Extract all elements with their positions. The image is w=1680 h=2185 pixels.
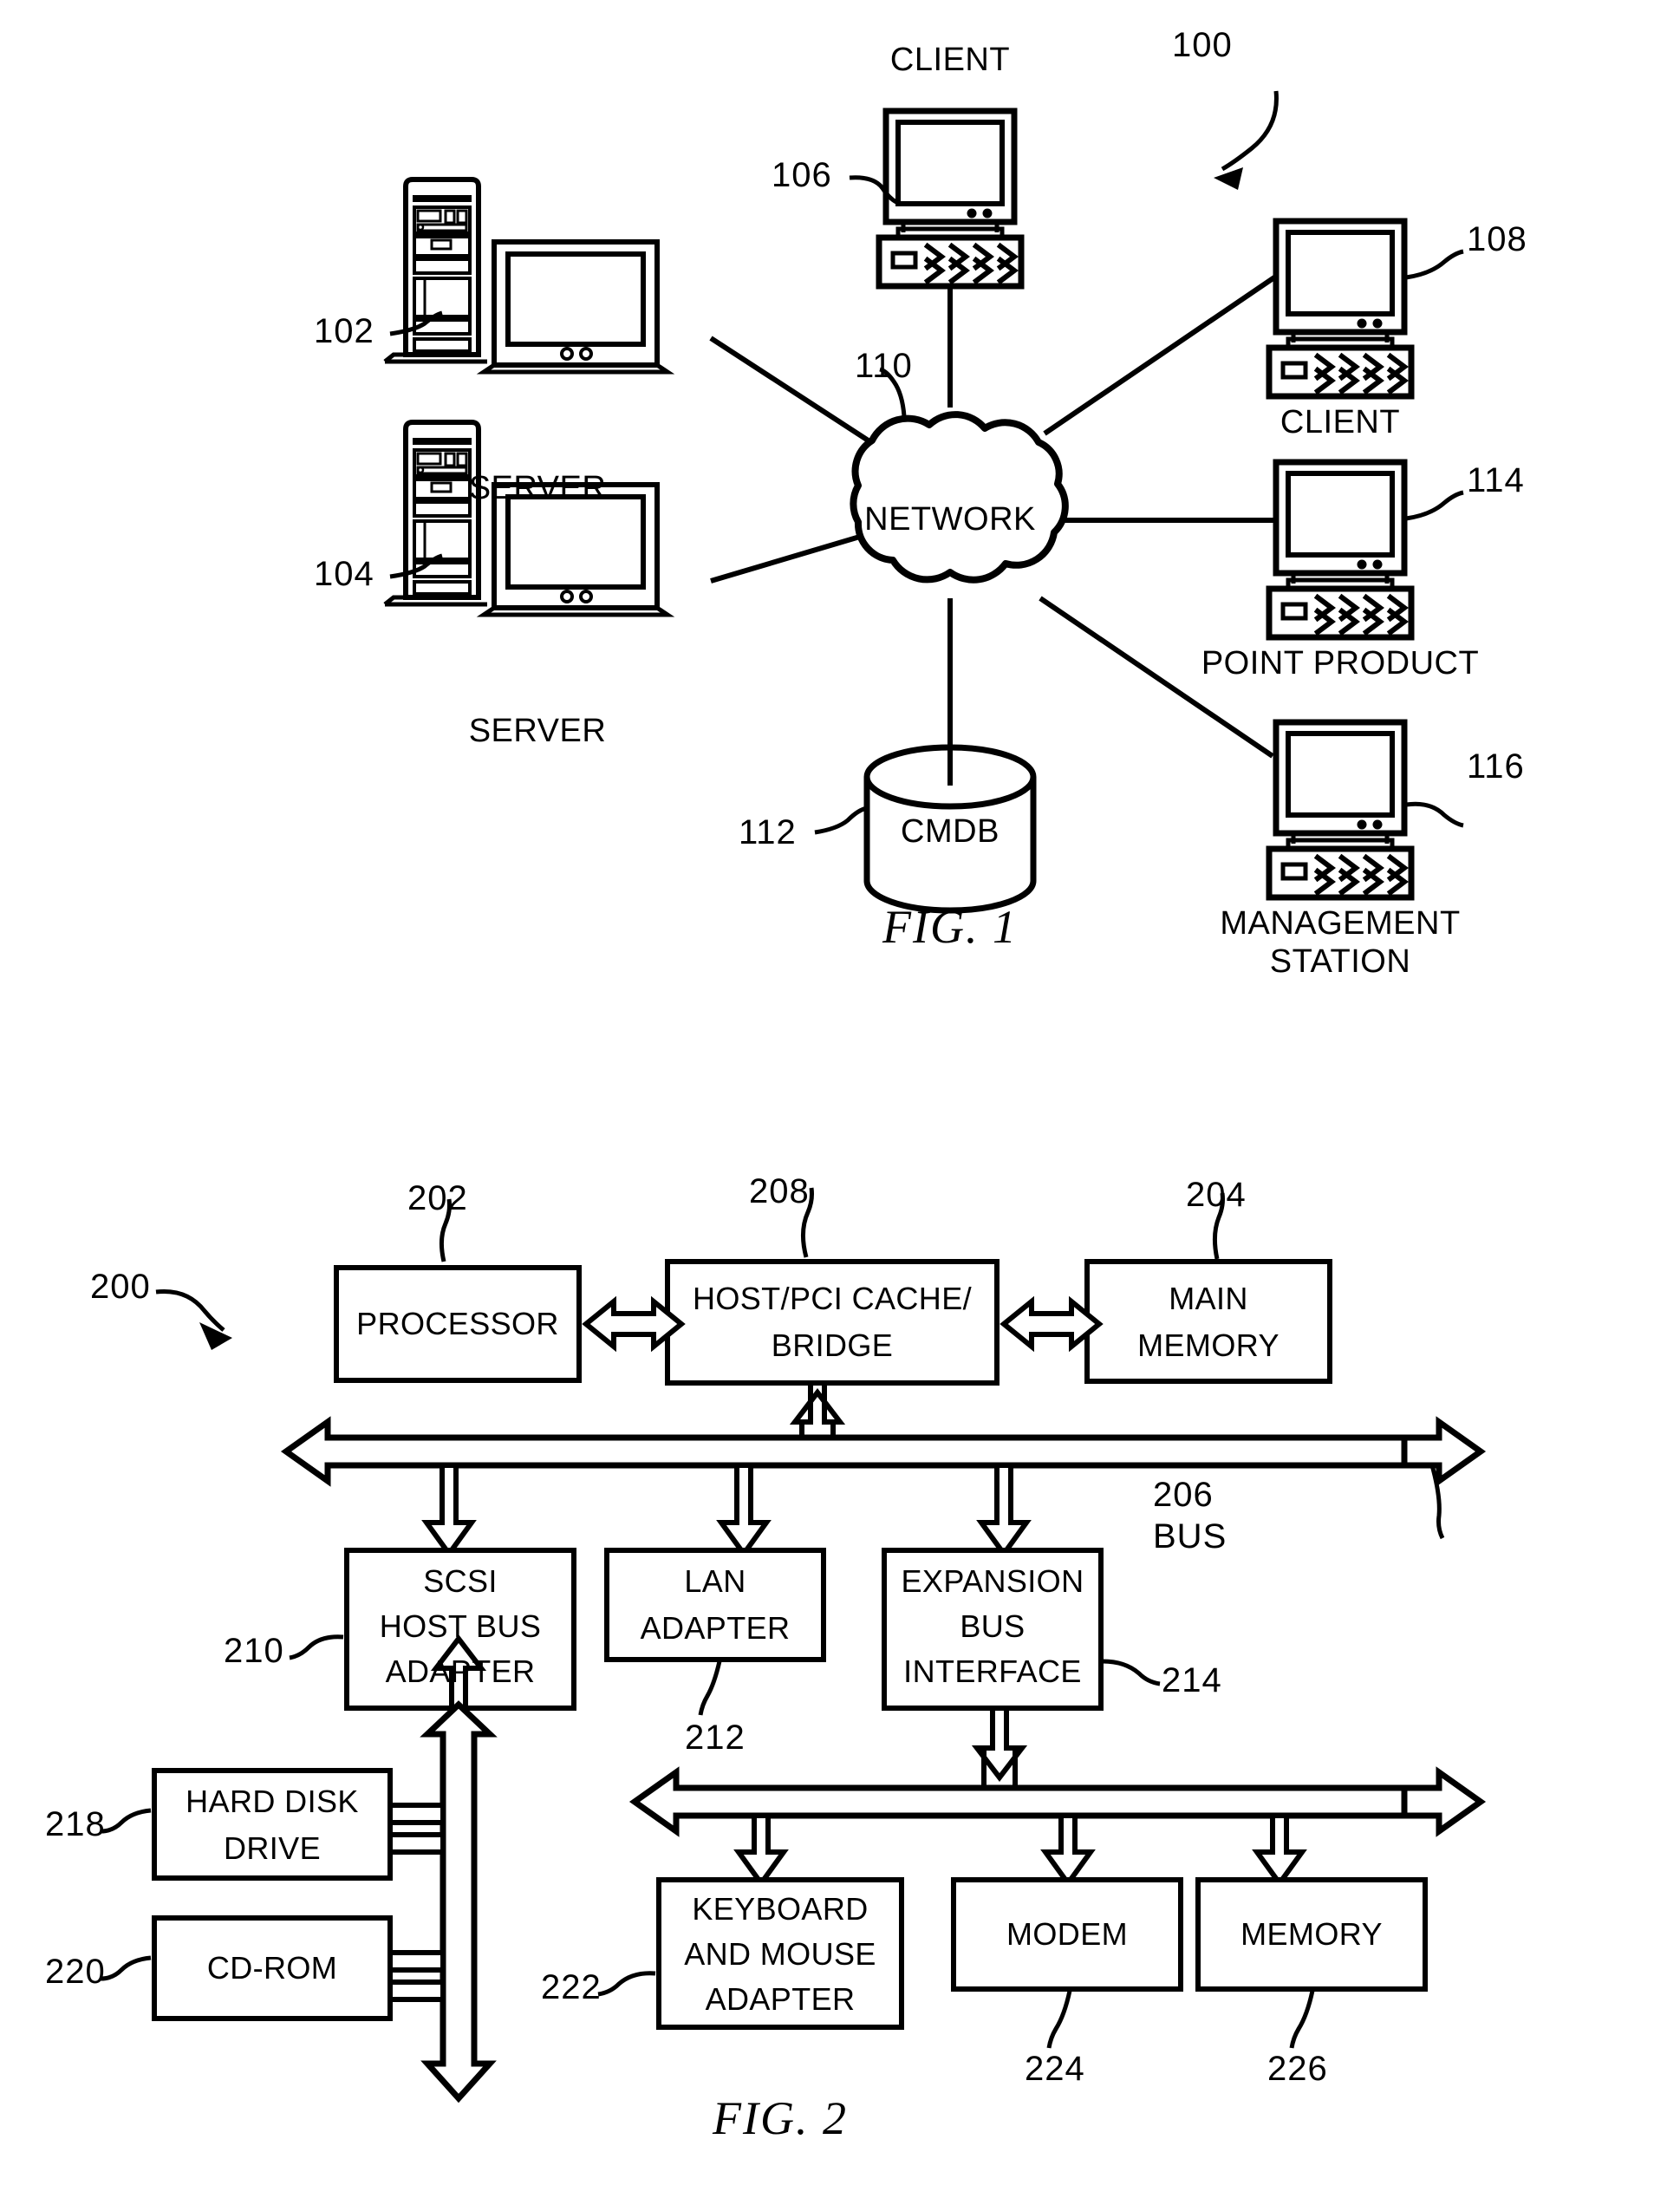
point-product-114-icon	[1269, 462, 1411, 637]
patent-figure-sheet: 100 102 104 106 108 110 112 114 116 CLIE…	[0, 0, 1680, 2185]
ref-102: 102	[314, 312, 374, 350]
ref-112: 112	[739, 813, 797, 851]
ref-206: 206	[1153, 1476, 1214, 1514]
processor-label: PROCESSOR	[356, 1306, 559, 1342]
server-104-icon	[385, 422, 667, 615]
scsi-bus-down-arrow	[420, 2020, 497, 2103]
bus-down-arrows	[421, 1463, 1032, 1559]
client-108-icon	[1269, 221, 1411, 396]
leader-220	[100, 1955, 152, 1981]
modem-label: MODEM	[1006, 1916, 1128, 1953]
lan-label-2: ADAPTER	[640, 1610, 791, 1647]
ref-202: 202	[407, 1179, 468, 1217]
ref-210: 210	[224, 1632, 284, 1670]
leader-224	[1046, 1990, 1072, 2049]
expansion-label-3: INTERFACE	[903, 1653, 1082, 1690]
ref-204: 204	[1186, 1176, 1247, 1214]
keyboard-mouse-label-2: AND MOUSE	[684, 1936, 876, 1973]
cd-rom-label: CD-ROM	[206, 1950, 338, 1986]
ref-212: 212	[685, 1719, 746, 1757]
server-102-label: SERVER	[468, 470, 607, 506]
leader-114	[1405, 490, 1464, 521]
hard-disk-drive-label-1: HARD DISK	[186, 1784, 359, 1820]
leader-116	[1405, 801, 1464, 828]
cmdb-label: CMDB	[901, 813, 1000, 850]
leader-212	[698, 1660, 722, 1716]
ref-224: 224	[1025, 2050, 1085, 2088]
server-104-label: SERVER	[468, 713, 607, 749]
network-cloud-icon	[850, 411, 1069, 584]
ref-106: 106	[772, 156, 832, 194]
memory-label: MEMORY	[1240, 1916, 1383, 1953]
host-pci-label-2: BRIDGE	[771, 1327, 894, 1364]
management-station-label-1: MANAGEMENT	[1220, 905, 1461, 942]
hard-disk-drive-label-2: DRIVE	[223, 1830, 322, 1867]
network-cloud-label: NETWORK	[864, 501, 1036, 538]
arrow-bridge-to-bus	[789, 1380, 846, 1425]
keyboard-mouse-label-3: ADAPTER	[705, 1981, 856, 2018]
server-102-icon	[385, 179, 667, 372]
keyboard-mouse-label-1: KEYBOARD	[692, 1891, 869, 1927]
lan-label-1: LAN	[684, 1563, 746, 1600]
scsi-label-3: ADAPTER	[385, 1653, 536, 1690]
client-108-label: CLIENT	[1280, 404, 1401, 440]
expansion-down-arrows	[733, 1813, 1307, 1888]
expansion-label-2: BUS	[960, 1608, 1026, 1645]
system-bus-206	[280, 1416, 1487, 1487]
leader-218	[100, 1808, 152, 1834]
ref-114: 114	[1467, 461, 1525, 499]
main-memory-label-1: MAIN	[1169, 1281, 1248, 1317]
leader-210	[289, 1634, 344, 1660]
ref-116: 116	[1467, 747, 1525, 786]
leader-200-arrow	[155, 1288, 232, 1350]
ref-220: 220	[45, 1953, 106, 1991]
expansion-label-1: EXPANSION	[901, 1563, 1084, 1600]
ref-214: 214	[1162, 1661, 1222, 1699]
figure-1-caption: FIG. 1	[882, 901, 1018, 953]
scsi-label-2: HOST BUS	[379, 1608, 542, 1645]
ref-200: 200	[90, 1268, 151, 1306]
figure-2-caption: FIG. 2	[713, 2092, 848, 2144]
client-106-label: CLIENT	[889, 42, 1011, 78]
point-product-114-label: POINT PRODUCT	[1201, 645, 1480, 682]
leader-112	[814, 806, 868, 835]
ref-100: 100	[1172, 26, 1233, 64]
scsi-label-1: SCSI	[423, 1563, 498, 1600]
ref-108: 108	[1467, 220, 1527, 258]
management-station-label-2: STATION	[1269, 943, 1411, 980]
main-memory-label-2: MEMORY	[1137, 1327, 1280, 1364]
ref-218: 218	[45, 1805, 106, 1843]
ref-208: 208	[749, 1172, 810, 1210]
ref-226: 226	[1267, 2050, 1328, 2088]
ref-104: 104	[314, 555, 374, 593]
leader-226	[1289, 1990, 1315, 2049]
leader-108	[1405, 249, 1464, 280]
bus-label: BUS	[1153, 1517, 1227, 1556]
ref-110: 110	[855, 347, 913, 385]
client-106-icon	[879, 111, 1021, 286]
leader-214	[1102, 1659, 1161, 1686]
leader-106	[849, 175, 898, 205]
management-station-116-icon	[1269, 722, 1411, 897]
leader-100-arrow	[1214, 90, 1279, 190]
leader-222	[597, 1971, 656, 1997]
host-pci-label-1: HOST/PCI CACHE/	[692, 1281, 973, 1317]
scsi-bus-up-arrow	[420, 1700, 498, 1777]
ref-222: 222	[541, 1968, 602, 2006]
